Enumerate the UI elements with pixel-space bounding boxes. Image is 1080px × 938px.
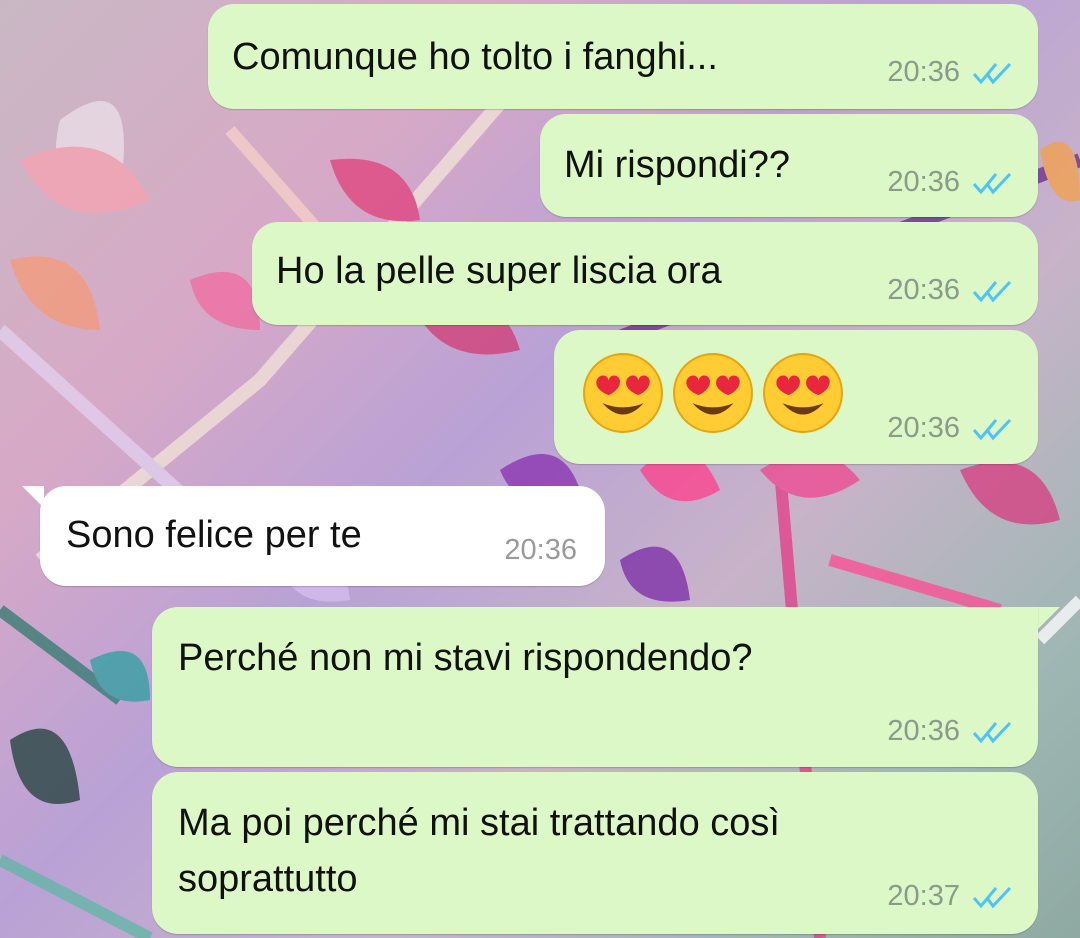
- message-text-line-1: Ma poi perché mi stai trattando così: [178, 802, 780, 844]
- message-time: 20:36: [504, 534, 577, 566]
- outgoing-bubble-tail: [1038, 607, 1060, 629]
- heart-eyes-emoji-icon: [673, 353, 753, 433]
- message-bubble-incoming[interactable]: Sono felice per te 20:36: [40, 486, 605, 586]
- heart-eyes-emoji-icon: [583, 353, 663, 433]
- message-time: 20:37: [887, 880, 960, 912]
- message-text: Sono felice per te: [66, 514, 362, 556]
- message-bubble-outgoing[interactable]: Ho la pelle super liscia ora 20:36: [252, 222, 1038, 325]
- message-time: 20:36: [887, 715, 960, 747]
- message-text: Ho la pelle super liscia ora: [276, 250, 722, 292]
- message-text-line-2: soprattutto: [178, 858, 358, 900]
- message-time: 20:36: [887, 56, 960, 88]
- message-meta: 20:36: [887, 412, 1014, 445]
- message-meta: 20:37: [887, 880, 1014, 913]
- message-bubble-outgoing[interactable]: Mi rispondi?? 20:36: [540, 114, 1038, 217]
- message-meta: 20:36: [887, 274, 1014, 307]
- message-meta: 20:36: [504, 534, 577, 567]
- message-text: Comunque ho tolto i fanghi...: [232, 36, 718, 78]
- chat-view: Comunque ho tolto i fanghi... 20:36 Mi r…: [0, 0, 1080, 938]
- emoji-row: [582, 352, 844, 434]
- read-double-tick-icon: [972, 418, 1012, 440]
- message-time: 20:36: [887, 274, 960, 306]
- message-bubble-outgoing[interactable]: Perché non mi stavi rispondendo? 20:36: [152, 607, 1038, 767]
- message-meta: 20:36: [887, 56, 1014, 89]
- message-text: Mi rispondi??: [564, 144, 790, 186]
- message-meta: 20:36: [887, 715, 1014, 748]
- message-time: 20:36: [887, 412, 960, 444]
- read-double-tick-icon: [972, 721, 1012, 743]
- read-double-tick-icon: [972, 886, 1012, 908]
- message-time: 20:36: [887, 166, 960, 198]
- read-double-tick-icon: [972, 62, 1012, 84]
- message-meta: 20:36: [887, 166, 1014, 199]
- message-bubble-outgoing[interactable]: Comunque ho tolto i fanghi... 20:36: [208, 4, 1038, 109]
- message-text: Perché non mi stavi rispondendo?: [178, 637, 753, 679]
- read-double-tick-icon: [972, 280, 1012, 302]
- message-bubble-outgoing[interactable]: Ma poi perché mi stai trattando così sop…: [152, 772, 1038, 934]
- heart-eyes-emoji-icon: [763, 353, 843, 433]
- read-double-tick-icon: [972, 172, 1012, 194]
- message-bubble-outgoing[interactable]: 20:36: [554, 330, 1038, 464]
